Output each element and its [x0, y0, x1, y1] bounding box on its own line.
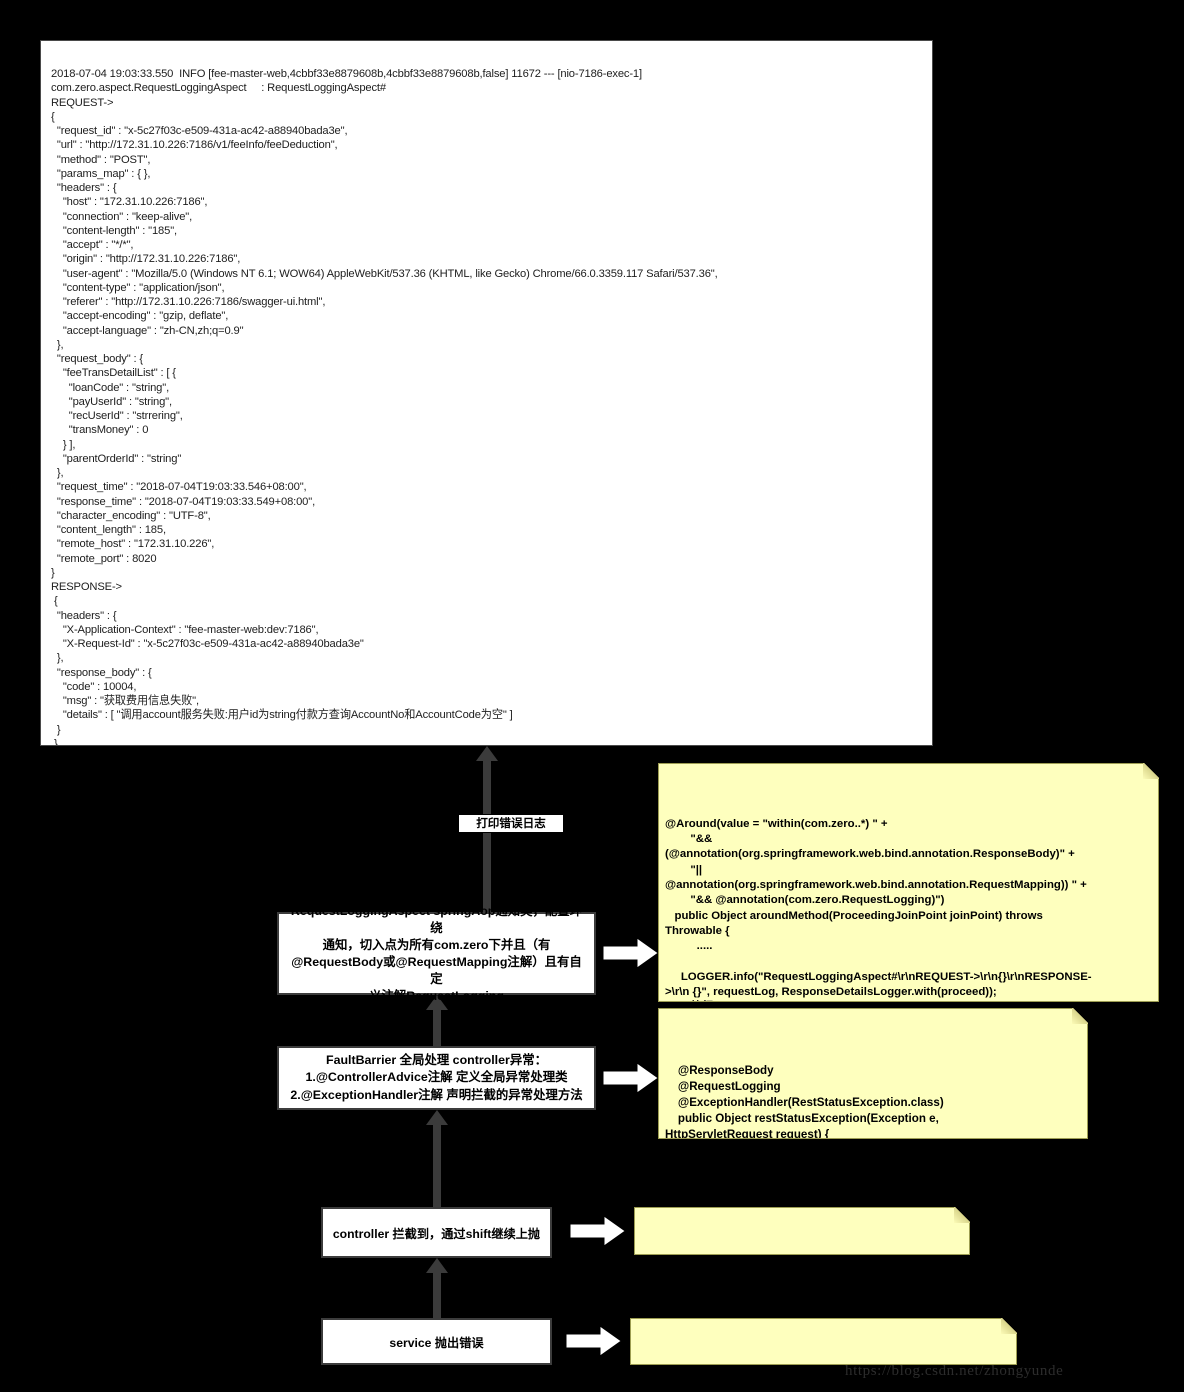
log-output-text: 2018-07-04 19:03:33.550 INFO [fee-master…	[51, 68, 718, 746]
note-fold-corner-icon	[1001, 1318, 1017, 1334]
code-note-exception-handler: @ResponseBody @RequestLogging @Exception…	[658, 1008, 1088, 1139]
arrow-shaft	[433, 1123, 441, 1207]
flow-box-service: service 抛出错误	[321, 1318, 552, 1365]
flow-box-controller: controller 拦截到，通过shift继续上抛	[321, 1207, 552, 1258]
arrow-shaft	[483, 759, 491, 912]
note-fold-corner-icon	[1072, 1008, 1088, 1024]
code-note-around-advice: @Around(value = "within(com.zero..*) " +…	[658, 763, 1159, 1002]
right-arrow-aspect-to-note	[600, 934, 662, 972]
log-output-panel: 2018-07-04 19:03:33.550 INFO [fee-master…	[40, 40, 933, 746]
note-fold-corner-icon	[1143, 763, 1159, 779]
arrow-shaft	[433, 1008, 441, 1046]
right-arrow-faultbarrier-to-note	[600, 1059, 662, 1097]
right-arrow-service-to-note	[563, 1322, 625, 1360]
up-arrow-controller-to-faultbarrier	[420, 1110, 454, 1207]
code-note-shift-fatal: Shift.fatal(FeeState.fee_select_failed, …	[634, 1207, 970, 1255]
note-fold-corner-icon	[954, 1207, 970, 1223]
diagram-canvas: 2018-07-04 19:03:33.550 INFO [fee-master…	[0, 0, 1184, 1392]
watermark: https://blog.csdn.net/zhongyunde	[845, 1363, 1064, 1379]
code-note-around-advice-text: @Around(value = "within(com.zero..*) " +…	[665, 817, 1092, 999]
right-arrow-controller-to-note	[567, 1212, 629, 1250]
arrow-shaft	[433, 1271, 441, 1318]
arrow-label-print-error-log: 打印错误日志	[458, 814, 564, 833]
code-note-throw-exception: throw new Exception("调用account服务失败:" + e…	[630, 1318, 1017, 1365]
up-arrow-service-to-controller	[420, 1258, 454, 1318]
flow-box-request-logging-aspect: RequestLoggingAspect springAop通知类，配置环绕 通…	[277, 904, 596, 1003]
flow-box-fault-barrier: FaultBarrier 全局处理 controller异常： 1.@Contr…	[277, 1046, 596, 1110]
code-note-exception-handler-text: @ResponseBody @RequestLogging @Exception…	[665, 1064, 944, 1139]
